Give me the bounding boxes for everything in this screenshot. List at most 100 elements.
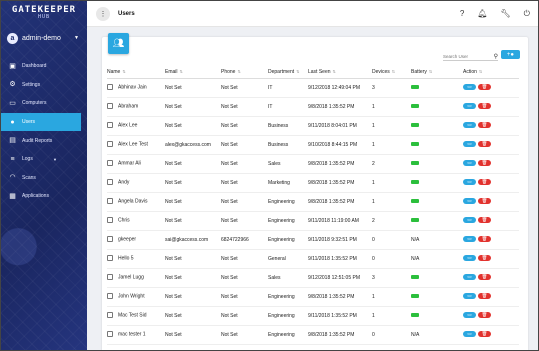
user-name-text[interactable]: Alex Lee Test <box>118 142 148 148</box>
view-button[interactable]: ▭ <box>463 217 476 224</box>
delete-button[interactable]: 🗑︎ <box>478 160 491 167</box>
table-row[interactable]: Jamel Lugg Not Set Not Set Sales 9/12/2018 1… <box>107 268 519 288</box>
table-row[interactable]: Mac Test Sid Not Set Not Set Engineering 9/1… <box>107 306 519 326</box>
user-name-text[interactable]: Angela Davis <box>118 199 147 205</box>
user-name-text[interactable]: Hello 5 <box>118 256 134 262</box>
view-button[interactable]: ▭ <box>463 141 476 148</box>
col-battery-header[interactable]: Battery ⇅ <box>411 67 463 79</box>
view-button[interactable]: ▭ <box>463 84 476 91</box>
delete-button[interactable]: 🗑︎ <box>478 84 491 91</box>
row-checkbox[interactable] <box>107 331 113 338</box>
user-name-text[interactable]: Chris <box>118 218 130 224</box>
table-row[interactable]: mac tester 1 Not Set Not Set Engineering 9/8… <box>107 325 519 345</box>
delete-button[interactable]: 🗑︎ <box>478 255 491 262</box>
table-row[interactable]: gkeeper sai@gkaccess.com 6824722966 Enginee… <box>107 230 519 250</box>
add-user-button[interactable]: +● <box>501 50 520 59</box>
user-name-text[interactable]: Alex Lee <box>118 123 137 129</box>
table-row[interactable]: Pearl KimNot SetNot SetSales9/8/2018 1:3… <box>107 344 519 350</box>
row-checkbox[interactable] <box>107 160 113 167</box>
col-last-seen-header[interactable]: Last Seen ⇅ <box>308 67 372 79</box>
col-name-header[interactable]: Name ⇅ <box>107 67 165 79</box>
sidebar-item-settings[interactable]: ⚙ Settings <box>1 76 87 95</box>
cell-name: Abraham <box>107 97 165 117</box>
delete-button[interactable]: 🗑︎ <box>478 331 491 338</box>
row-checkbox[interactable] <box>107 141 113 148</box>
table-row[interactable]: Angela Davis Not Set Not Set Engineering 9/8… <box>107 192 519 212</box>
view-button[interactable]: ▭ <box>463 331 476 338</box>
table-row[interactable]: Alex Lee Not Set Not Set Business 9/11/2018 … <box>107 116 519 136</box>
table-row[interactable]: Chris Not Set Not Set Engineering 9/11/2018 … <box>107 211 519 231</box>
sidebar-item-applications[interactable]: ▦ Applications <box>1 187 87 206</box>
row-checkbox[interactable] <box>107 84 113 91</box>
sidebar-item-label: Users <box>22 119 36 126</box>
row-checkbox[interactable] <box>107 312 113 319</box>
user-name-text[interactable]: Mac Test Sid <box>118 313 147 319</box>
sidebar-item-logs[interactable]: ≡ Logs ▼ <box>1 150 87 169</box>
delete-button[interactable]: 🗑︎ <box>478 141 491 148</box>
row-checkbox[interactable] <box>107 122 113 129</box>
view-button[interactable]: ▭ <box>463 293 476 300</box>
delete-button[interactable]: 🗑︎ <box>478 293 491 300</box>
row-checkbox[interactable] <box>107 255 113 262</box>
sidebar-item-scans[interactable]: ◠ Scans <box>1 169 87 188</box>
row-checkbox[interactable] <box>107 293 113 300</box>
cell-email: Not Set <box>165 211 221 231</box>
table-row[interactable]: Hello 5 Not Set Not Set General 9/11/2018 1:… <box>107 249 519 269</box>
menu-toggle-button[interactable]: ⋮ <box>96 6 110 21</box>
col-devices-header[interactable]: Devices ⇅ <box>372 67 411 79</box>
view-button[interactable]: ▭ <box>463 236 476 243</box>
sidebar-item-users[interactable]: ● Users <box>1 112 81 132</box>
delete-button[interactable]: 🗑︎ <box>478 198 491 205</box>
view-button[interactable]: ▭ <box>463 122 476 129</box>
delete-button[interactable]: 🗑︎ <box>478 217 491 224</box>
view-button[interactable]: ▭ <box>463 103 476 110</box>
delete-button[interactable]: 🗑︎ <box>478 179 491 186</box>
view-button[interactable]: ▭ <box>463 274 476 281</box>
user-name-text[interactable]: Andy <box>118 180 129 186</box>
view-button[interactable]: ▭ <box>463 160 476 167</box>
sidebar-item-label: Dashboard <box>22 63 47 70</box>
row-checkbox[interactable] <box>107 274 113 281</box>
table-row[interactable]: Alex Lee Test alex@gkaccess.com Not Set Bus… <box>107 135 519 155</box>
delete-button[interactable]: 🗑︎ <box>478 122 491 129</box>
view-button[interactable]: ▭ <box>463 179 476 186</box>
user-name-text[interactable]: Jamel Lugg <box>118 275 144 281</box>
delete-button[interactable]: 🗑︎ <box>478 312 491 319</box>
cell-last-seen: 9/12/2018 12:51:05 PM <box>308 268 372 288</box>
bell-icon[interactable]: 🔔︎ <box>477 9 487 19</box>
table-row[interactable]: Abraham Not Set Not Set IT 9/8/2018 1:35:52 … <box>107 97 519 117</box>
delete-button[interactable]: 🗑︎ <box>478 274 491 281</box>
row-checkbox[interactable] <box>107 179 113 186</box>
col-phone-header[interactable]: Phone ⇅ <box>221 67 268 79</box>
view-button[interactable]: ▭ <box>463 198 476 205</box>
wrench-icon[interactable]: 🔧︎ <box>501 9 511 19</box>
table-row[interactable]: Abhinav Jain Not Set Not Set IT 9/12/2018 12… <box>107 78 519 98</box>
search-icon[interactable]: ⚲ <box>494 53 498 60</box>
table-row[interactable]: Ammar Ali Not Set Not Set Sales 9/8/2018 1:3… <box>107 154 519 174</box>
col-department-header[interactable]: Department ⇅ <box>268 67 308 79</box>
sidebar-item-dashboard[interactable]: ▣ Dashboard <box>1 57 87 76</box>
user-name-text[interactable]: gkeeper <box>118 237 136 243</box>
row-checkbox[interactable] <box>107 198 113 205</box>
power-icon[interactable]: ⏻ <box>524 9 530 19</box>
row-checkbox[interactable] <box>107 236 113 243</box>
sidebar-item-audit-reports[interactable]: ▤ Audit Reports <box>1 131 87 150</box>
sidebar-item-computers[interactable]: ▭ Computers <box>1 94 87 113</box>
user-name-text[interactable]: Ammar Ali <box>118 161 141 167</box>
col-email-header[interactable]: Email ⇅ <box>165 67 221 79</box>
row-checkbox[interactable] <box>107 103 113 110</box>
view-button[interactable]: ▭ <box>463 255 476 262</box>
help-icon[interactable]: ? <box>460 9 464 19</box>
user-name-text[interactable]: John Wright <box>118 294 145 300</box>
view-button[interactable]: ▭ <box>463 312 476 319</box>
table-row[interactable]: John Wright Not Set Not Set Engineering 9/8/… <box>107 287 519 307</box>
row-checkbox[interactable] <box>107 217 113 224</box>
user-name-text[interactable]: Abraham <box>118 104 138 110</box>
search-input[interactable] <box>443 53 487 59</box>
delete-button[interactable]: 🗑︎ <box>478 103 491 110</box>
user-name-text[interactable]: Abhinav Jain <box>118 85 147 91</box>
user-menu[interactable]: a admin-demo ▼ <box>7 31 85 45</box>
user-name-text[interactable]: mac tester 1 <box>118 332 146 338</box>
delete-button[interactable]: 🗑︎ <box>478 236 491 243</box>
table-row[interactable]: Andy Not Set Not Set Marketing 9/8/2018 1:35… <box>107 173 519 193</box>
